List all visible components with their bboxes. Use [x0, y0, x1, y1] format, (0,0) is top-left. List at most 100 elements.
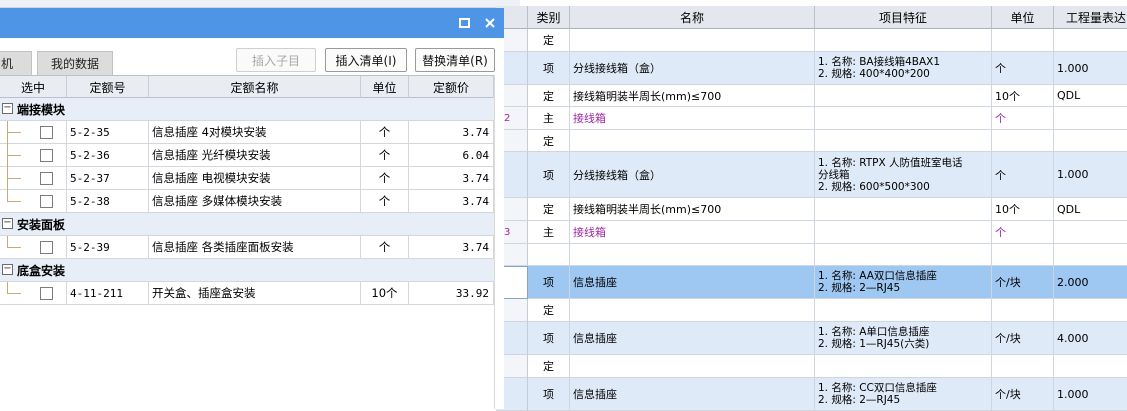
bg-header-category[interactable]: 类别 — [528, 6, 570, 29]
bg-table-row[interactable]: 项信息插座 1. 名称: CC双口信息插座 2. 规格: 2—RJ45 个/块 1.00… — [496, 378, 1127, 411]
bg-table-row[interactable]: 定 — [496, 29, 1127, 52]
insert-child-button[interactable]: 插入子目 — [236, 48, 316, 72]
bg-cell-feature[interactable] — [815, 221, 992, 243]
bg-cell-quantity-expr[interactable]: 1.000 — [1054, 378, 1127, 410]
bg-cell-category[interactable]: 项 — [528, 378, 570, 410]
checkbox-icon[interactable] — [39, 194, 53, 208]
col-price[interactable]: 定额价 — [409, 76, 494, 98]
bg-cell-quantity-expr[interactable]: QDL — [1054, 198, 1127, 220]
bg-table-row[interactable] — [496, 244, 1127, 266]
select-cell[interactable] — [0, 236, 67, 258]
bg-header-unit[interactable]: 单位 — [992, 6, 1054, 29]
quota-row[interactable]: 5-2-37 信息插座 电视模块安装个 3.74 — [0, 167, 494, 190]
bg-cell-unit[interactable]: 个 — [992, 221, 1054, 243]
bg-cell-category[interactable]: 项 — [528, 266, 570, 298]
select-cell[interactable] — [0, 167, 67, 189]
bg-cell-category[interactable]: 项 — [528, 52, 570, 84]
bg-cell-name[interactable]: 分线接线箱（盒） — [570, 52, 815, 84]
bg-cell-quantity-expr[interactable] — [1054, 107, 1127, 129]
bg-cell-category[interactable]: 定 — [528, 29, 570, 51]
bg-header-quantity-expr[interactable]: 工程量表达 — [1054, 6, 1127, 29]
bg-cell-quantity-expr[interactable] — [1054, 244, 1127, 265]
bg-cell-category[interactable] — [528, 244, 570, 265]
bg-table-row[interactable]: 项信息插座 1. 名称: A单口信息插座 2. 规格: 1—RJ45(六类) 个/块 4… — [496, 322, 1127, 355]
collapse-minus-icon[interactable]: − — [2, 103, 13, 114]
bg-cell-unit[interactable] — [992, 130, 1054, 151]
bg-cell-feature[interactable] — [815, 107, 992, 129]
bg-cell-feature[interactable]: 1. 名称: AA双口信息插座 2. 规格: 2—RJ45 — [815, 266, 992, 298]
checkbox-icon[interactable] — [39, 125, 53, 139]
checkbox-icon[interactable] — [39, 240, 53, 254]
bg-cell-name[interactable]: 分线接线箱（盒） — [570, 152, 815, 197]
bg-cell-quantity-expr[interactable] — [1054, 29, 1127, 51]
select-cell[interactable] — [0, 144, 67, 166]
collapse-minus-icon[interactable]: − — [2, 264, 13, 275]
checkbox-icon[interactable] — [39, 171, 53, 185]
replace-list-button[interactable]: 替换清单(R) — [415, 48, 495, 72]
bg-cell-name[interactable]: 信息插座 — [570, 322, 815, 354]
select-cell[interactable] — [0, 121, 67, 143]
bg-cell-name[interactable]: 接线箱 — [570, 221, 815, 243]
bg-cell-quantity-expr[interactable] — [1054, 355, 1127, 377]
bg-cell-name[interactable] — [570, 244, 815, 265]
bg-cell-quantity-expr[interactable]: 1.000 — [1054, 52, 1127, 84]
bg-cell-feature[interactable]: 1. 名称: BA接线箱4BAX1 2. 规格: 400*400*200 — [815, 52, 992, 84]
bg-cell-unit[interactable] — [992, 355, 1054, 377]
bg-header-name[interactable]: 名称 — [570, 6, 815, 29]
bg-cell-unit[interactable]: 个/块 — [992, 378, 1054, 410]
bg-cell-category[interactable]: 定 — [528, 198, 570, 220]
bg-cell-name[interactable] — [570, 299, 815, 321]
bg-cell-unit[interactable] — [992, 244, 1054, 265]
bg-table-row[interactable]: 主接线箱 个 — [496, 107, 1127, 130]
bg-cell-feature[interactable]: 1. 名称: A单口信息插座 2. 规格: 1—RJ45(六类) — [815, 322, 992, 354]
bg-cell-category[interactable]: 主 — [528, 107, 570, 129]
col-name[interactable]: 定额名称 — [149, 76, 361, 98]
bg-cell-name[interactable]: 接线箱 — [570, 107, 815, 129]
tab-my-data[interactable]: 我的数据 — [37, 51, 113, 75]
bg-cell-feature[interactable] — [815, 130, 992, 151]
collapse-minus-icon[interactable]: − — [2, 218, 13, 229]
bg-table-row[interactable]: 项分线接线箱（盒） 1. 名称: BA接线箱4BAX1 2. 规格: 400*400… — [496, 52, 1127, 85]
bg-cell-quantity-expr[interactable] — [1054, 221, 1127, 243]
col-code[interactable]: 定额号 — [67, 76, 149, 98]
col-select[interactable]: 选中 — [0, 76, 67, 98]
bg-cell-category[interactable]: 定 — [528, 299, 570, 321]
maximize-icon[interactable] — [455, 14, 473, 32]
bg-cell-name[interactable]: 接线箱明装半周长(mm)≤700 — [570, 85, 815, 106]
checkbox-icon[interactable] — [39, 286, 53, 300]
close-icon[interactable] — [481, 14, 499, 32]
bg-cell-name[interactable] — [570, 355, 815, 377]
bg-table-row[interactable]: 定 — [496, 355, 1127, 378]
bg-cell-name[interactable] — [570, 29, 815, 51]
quota-row[interactable]: 5-2-38 信息插座 多媒体模块安装个 3.74 — [0, 190, 494, 213]
bg-cell-category[interactable]: 项 — [528, 152, 570, 197]
bg-cell-feature[interactable] — [815, 29, 992, 51]
bg-cell-name[interactable]: 信息插座 — [570, 378, 815, 410]
bg-cell-feature[interactable] — [815, 299, 992, 321]
bg-table-row[interactable]: 项信息插座 1. 名称: AA双口信息插座 2. 规格: 2—RJ45 个/块 2.00… — [496, 266, 1127, 299]
bg-cell-feature[interactable] — [815, 198, 992, 220]
bg-cell-quantity-expr[interactable]: 1.000 — [1054, 152, 1127, 197]
bg-cell-unit[interactable]: 个 — [992, 152, 1054, 197]
bg-cell-category[interactable]: 主 — [528, 221, 570, 243]
bg-table-row[interactable]: 定 — [496, 130, 1127, 152]
bg-header-feature[interactable]: 项目特征 — [815, 6, 992, 29]
tab-machine[interactable]: 机 — [0, 51, 32, 75]
bg-cell-feature[interactable] — [815, 85, 992, 106]
bg-cell-category[interactable]: 定 — [528, 130, 570, 151]
bg-cell-unit[interactable] — [992, 299, 1054, 321]
group-row[interactable]: − 端接模块 — [0, 98, 494, 121]
quota-row[interactable]: 5-2-36 信息插座 光纤模块安装个 6.04 — [0, 144, 494, 167]
bg-cell-quantity-expr[interactable]: 2.000 — [1054, 266, 1127, 298]
quota-table-scrollbar[interactable] — [494, 75, 504, 409]
insert-list-button[interactable]: 插入清单(I) — [325, 48, 407, 72]
group-row[interactable]: − 底盒安装 — [0, 259, 494, 282]
checkbox-icon[interactable] — [39, 148, 53, 162]
bg-cell-quantity-expr[interactable] — [1054, 130, 1127, 151]
bg-cell-unit[interactable]: 个 — [992, 52, 1054, 84]
bg-cell-feature[interactable] — [815, 244, 992, 265]
bg-table-row[interactable]: 定 — [496, 299, 1127, 322]
bg-cell-feature[interactable]: 1. 名称: CC双口信息插座 2. 规格: 2—RJ45 — [815, 378, 992, 410]
bg-cell-unit[interactable]: 个/块 — [992, 266, 1054, 298]
select-cell[interactable] — [0, 282, 67, 304]
